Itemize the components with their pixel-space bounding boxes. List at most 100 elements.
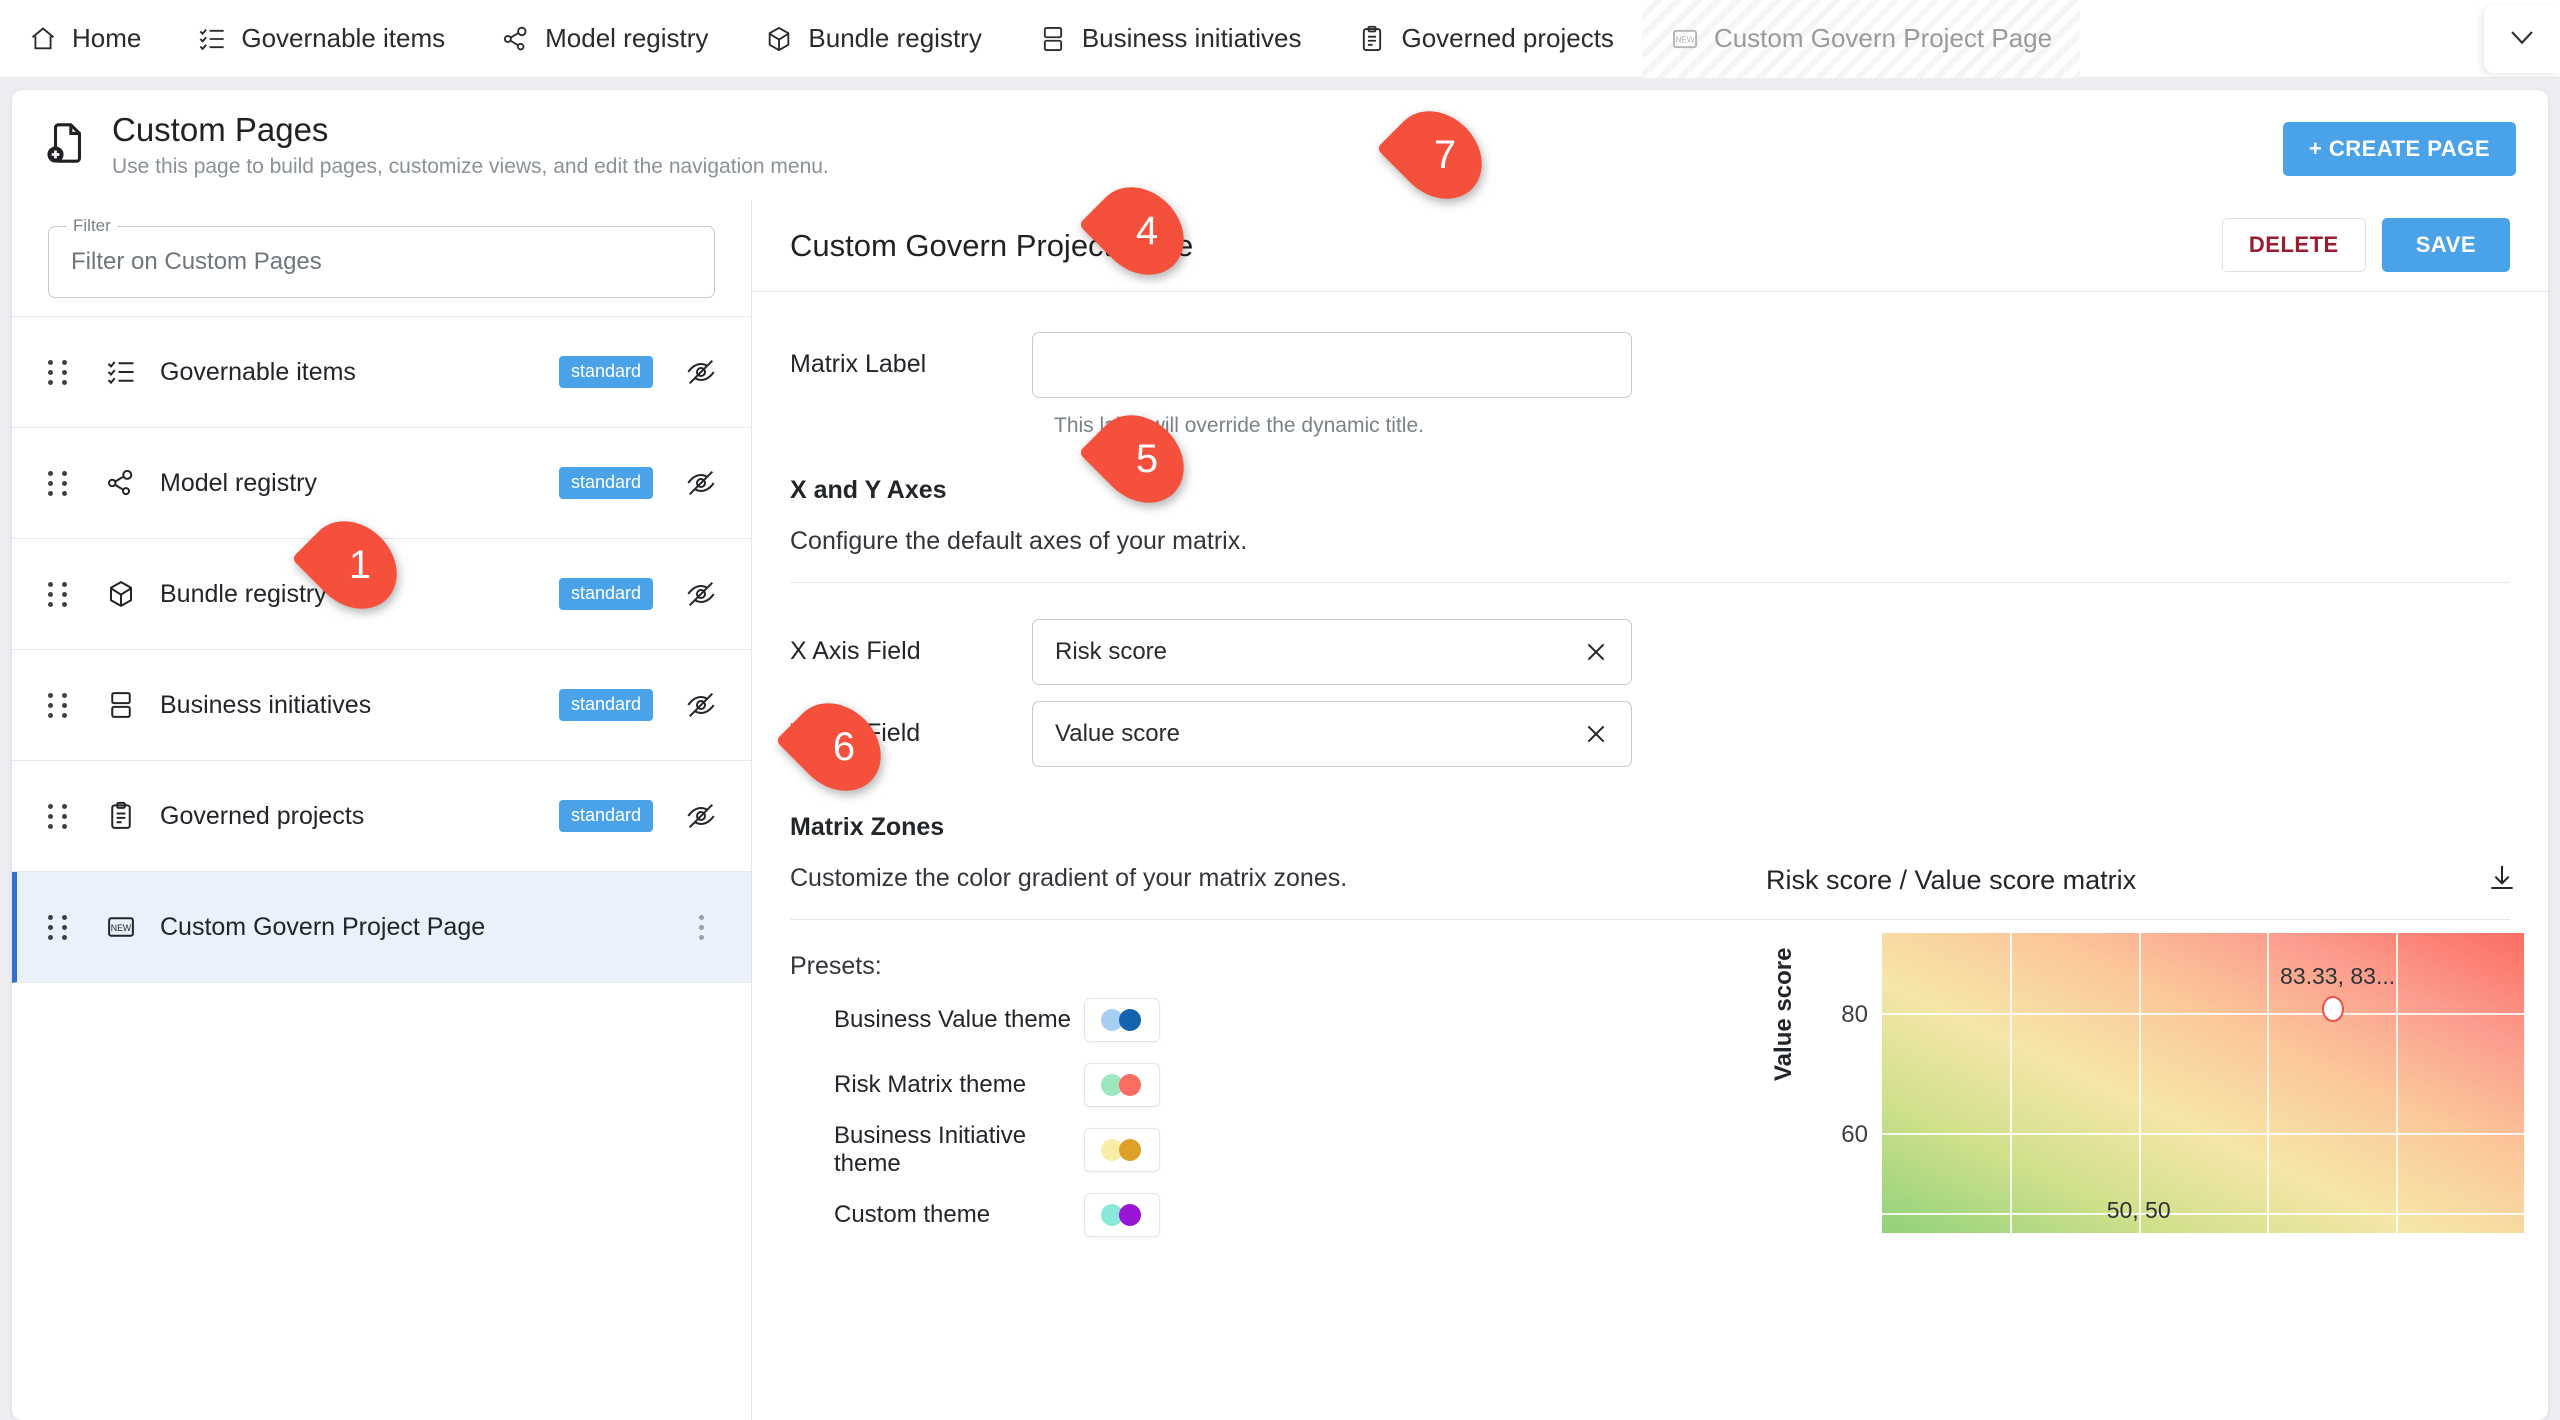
x-axis-field-column bbox=[1032, 619, 1632, 685]
new-badge-icon: NEW bbox=[102, 912, 140, 942]
main-pane-body: Matrix Label This label will override th… bbox=[752, 292, 2548, 1420]
data-point-label: 50, 50 bbox=[2106, 1197, 2171, 1223]
drag-handle-icon[interactable] bbox=[48, 914, 74, 940]
list-item-label: Custom Govern Project Page bbox=[160, 912, 486, 941]
close-icon[interactable] bbox=[1579, 635, 1613, 669]
eye-off-icon[interactable] bbox=[681, 467, 721, 499]
preset-swatch-button[interactable] bbox=[1084, 1062, 1160, 1107]
nav-item-label: Home bbox=[72, 23, 142, 53]
eye-off-icon[interactable] bbox=[681, 356, 721, 388]
y-axis: Value score 80 60 bbox=[1764, 933, 1882, 1233]
nav-item-list: Home Governable items Model registry Bun… bbox=[0, 0, 2081, 78]
x-axis-field[interactable] bbox=[1032, 619, 1632, 685]
marker-number: 6 bbox=[832, 724, 856, 769]
nav-item-label: Business initiatives bbox=[1081, 23, 1302, 53]
list-item[interactable]: Business initiatives standard bbox=[12, 650, 751, 761]
sidebar-item-custom-govern-project-page[interactable]: NEW Custom Govern Project Page bbox=[12, 872, 751, 983]
preset-swatch-button[interactable] bbox=[1084, 1127, 1160, 1172]
nav-item-label: Governed projects bbox=[1401, 23, 1614, 53]
y-axis-row: Y Axis Field bbox=[790, 701, 2510, 767]
y-axis-field-column bbox=[1032, 701, 1632, 767]
list-item-label: Governed projects bbox=[160, 801, 365, 830]
nav-item-governed-projects[interactable]: Governed projects bbox=[1329, 0, 1641, 78]
filter-input[interactable] bbox=[71, 248, 692, 276]
color-pair-icon bbox=[1101, 1008, 1143, 1031]
eye-off-icon[interactable] bbox=[681, 800, 721, 832]
nav-item-governable-items[interactable]: Governable items bbox=[169, 0, 473, 78]
nav-item-home[interactable]: Home bbox=[0, 0, 169, 78]
filter-field[interactable]: Filter bbox=[48, 216, 715, 298]
marker-number: 7 bbox=[1433, 132, 1457, 177]
nav-item-business-initiatives[interactable]: Business initiatives bbox=[1010, 0, 1330, 78]
x-axis-input[interactable] bbox=[1055, 638, 1579, 666]
preset-swatch-button[interactable] bbox=[1084, 997, 1160, 1042]
matrix-label-field[interactable] bbox=[1032, 332, 1632, 398]
list-item-label: Business initiatives bbox=[160, 690, 372, 719]
nav-item-bundle-registry[interactable]: Bundle registry bbox=[736, 0, 1009, 78]
custom-pages-sidebar: Filter Governable items standard bbox=[12, 200, 752, 1420]
create-page-button[interactable]: + CREATE PAGE bbox=[2282, 122, 2516, 176]
list-item[interactable]: Model registry standard bbox=[12, 428, 751, 539]
plot-area: Value score 80 60 83.33, 83... 50, 50 bbox=[1764, 933, 2524, 1233]
data-point[interactable] bbox=[2321, 996, 2344, 1022]
download-icon[interactable] bbox=[2486, 862, 2518, 899]
y-axis-label: Value score bbox=[1770, 947, 1797, 1081]
color-pair-icon bbox=[1101, 1203, 1143, 1226]
status-badge: standard bbox=[558, 578, 653, 610]
drag-handle-icon[interactable] bbox=[48, 359, 74, 385]
close-icon[interactable] bbox=[1579, 717, 1613, 751]
annotation-marker-7: 7 bbox=[1376, 93, 1500, 217]
drag-handle-icon[interactable] bbox=[48, 803, 74, 829]
home-icon bbox=[28, 24, 58, 54]
matrix-label-row: Matrix Label This label will override th… bbox=[790, 332, 2510, 438]
filter-legend-label: Filter bbox=[67, 216, 117, 236]
list-item[interactable]: Governable items standard bbox=[12, 317, 751, 428]
preset-label: Custom theme bbox=[834, 1200, 991, 1228]
list-item[interactable]: Governed projects standard bbox=[12, 761, 751, 872]
preset-swatch-button[interactable] bbox=[1084, 1192, 1160, 1237]
cube-icon bbox=[102, 579, 140, 609]
page-add-icon bbox=[44, 120, 90, 171]
kebab-menu-icon[interactable] bbox=[681, 914, 721, 940]
page-header-left: Custom Pages Use this page to build page… bbox=[44, 111, 829, 179]
axes-section-description: Configure the default axes of your matri… bbox=[790, 527, 1248, 555]
page-subtitle: Use this page to build pages, customize … bbox=[112, 155, 829, 178]
zones-section-title: Matrix Zones bbox=[790, 813, 945, 841]
color-pair-icon bbox=[1101, 1138, 1143, 1161]
save-button[interactable]: SAVE bbox=[2381, 218, 2510, 272]
status-badge: standard bbox=[558, 800, 653, 832]
custom-pages-card: Custom Pages Use this page to build page… bbox=[12, 90, 2548, 1420]
status-badge: standard bbox=[558, 467, 653, 499]
annotation-marker-4: 4 bbox=[1078, 169, 1202, 293]
eye-off-icon[interactable] bbox=[681, 689, 721, 721]
page-header-text: Custom Pages Use this page to build page… bbox=[112, 111, 829, 179]
drag-handle-icon[interactable] bbox=[48, 581, 74, 607]
clipboard-icon bbox=[102, 801, 140, 831]
nav-collapse-button[interactable] bbox=[2484, 5, 2560, 73]
marker-number: 1 bbox=[348, 542, 372, 587]
cube-icon bbox=[764, 24, 794, 54]
chevron-down-icon bbox=[2505, 20, 2539, 59]
stacked-rows-icon bbox=[1038, 24, 1068, 54]
color-pair-icon bbox=[1101, 1073, 1143, 1096]
nav-item-label: Bundle registry bbox=[808, 23, 982, 53]
nav-item-label: Governable items bbox=[241, 23, 446, 53]
y-axis-field[interactable] bbox=[1032, 701, 1632, 767]
chart-title: Risk score / Value score matrix bbox=[1766, 865, 2137, 895]
y-axis-input[interactable] bbox=[1055, 720, 1579, 748]
main-pane-header: Custom Govern Project Page DELETE SAVE bbox=[752, 200, 2548, 292]
chart-header: Risk score / Value score matrix bbox=[1764, 862, 2524, 899]
matrix-chart: Risk score / Value score matrix Value sc… bbox=[1764, 862, 2524, 1233]
eye-off-icon[interactable] bbox=[681, 578, 721, 610]
header-actions: DELETE SAVE bbox=[2221, 218, 2510, 272]
delete-button[interactable]: DELETE bbox=[2221, 218, 2366, 272]
nav-item-model-registry[interactable]: Model registry bbox=[473, 0, 736, 78]
y-tick-label: 60 bbox=[1841, 1121, 1868, 1148]
drag-handle-icon[interactable] bbox=[48, 470, 74, 496]
nav-item-label: Model registry bbox=[545, 23, 709, 53]
checklist-icon bbox=[197, 24, 227, 54]
data-point-label: 83.33, 83... bbox=[2280, 963, 2396, 989]
matrix-label-input[interactable] bbox=[1055, 351, 1613, 379]
nav-item-custom-govern-project-page[interactable]: NEW Custom Govern Project Page bbox=[1641, 0, 2081, 78]
drag-handle-icon[interactable] bbox=[48, 692, 74, 718]
